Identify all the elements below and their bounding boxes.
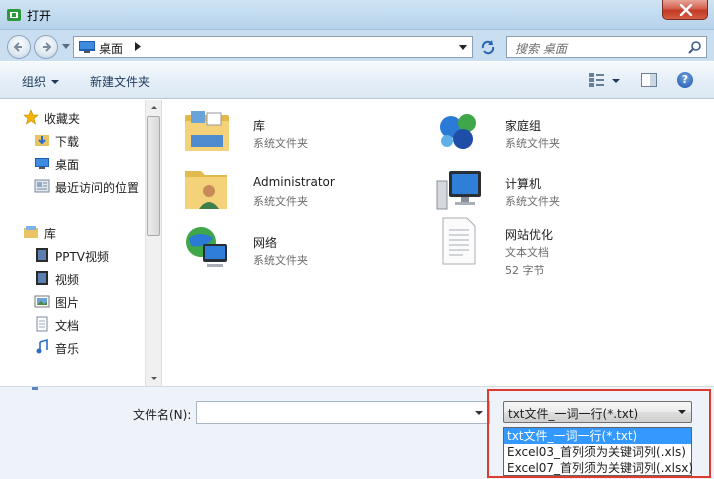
desktop-icon [35, 158, 49, 169]
search-placeholder: 搜索 桌面 [515, 42, 567, 56]
file-type-option[interactable]: Excel07_首列须为关键词列(.xlsx) [504, 460, 693, 476]
pictures-library-icon [34, 295, 50, 308]
close-button[interactable] [662, 0, 708, 20]
download-folder-icon [35, 135, 49, 146]
scroll-up-icon[interactable] [146, 100, 162, 116]
scrollbar-thumb[interactable] [147, 116, 160, 236]
item-name: 网站优化 [505, 228, 554, 242]
sidebar-item-label: 下载 [55, 135, 80, 149]
documents-library-icon [36, 316, 48, 332]
search-input[interactable]: 搜索 桌面 [506, 36, 707, 58]
music-library-icon [36, 339, 48, 354]
address-row: 桌面 搜索 桌面 [0, 30, 714, 61]
forward-button[interactable] [34, 35, 58, 59]
homegroup-icon [440, 114, 476, 149]
help-button[interactable]: ? [677, 72, 693, 88]
address-dropdown-icon[interactable] [459, 45, 467, 50]
item-name: 网络 [253, 236, 278, 250]
command-toolbar: 组织 新建文件夹 ? [0, 61, 714, 99]
sidebar-scrollbar[interactable] [145, 100, 161, 386]
refresh-button[interactable] [476, 36, 500, 58]
sidebar-item-label: 库 [44, 227, 57, 241]
item-name: Administrator [253, 175, 335, 189]
text-document-icon [442, 217, 476, 265]
user-folder-icon [185, 171, 227, 209]
file-name-panel: 文件名(N): txt文件_一词一行(*.txt) txt文件_一词一行(*.t… [0, 386, 714, 479]
recent-places-icon [34, 179, 50, 193]
sidebar-item-label: PPTV视频 [55, 250, 110, 264]
item-type: 系统文件夹 [253, 137, 308, 150]
new-folder-button[interactable]: 新建文件夹 [90, 73, 150, 90]
list-item[interactable]: 家庭组 系统文件夹 [433, 105, 673, 161]
window-title: 打开 [27, 9, 52, 23]
item-name: 家庭组 [505, 119, 542, 133]
sidebar-item-label: 图片 [55, 296, 80, 310]
back-button[interactable] [7, 35, 31, 59]
item-size: 52 字节 [505, 264, 545, 277]
item-type: 系统文件夹 [505, 137, 560, 150]
filename-dropdown-icon[interactable] [475, 411, 483, 415]
file-list: 库 系统文件夹 家庭组 系统文件夹 Administrator 系统文件夹 计算… [163, 100, 714, 386]
item-type: 系统文件夹 [253, 195, 308, 208]
filename-input[interactable] [196, 401, 490, 424]
item-type: 系统文件夹 [253, 254, 308, 267]
close-icon [679, 4, 693, 16]
list-item[interactable]: 库 系统文件夹 [181, 105, 421, 161]
refresh-icon [481, 40, 495, 55]
network-icon [186, 227, 227, 267]
search-icon[interactable] [688, 41, 701, 54]
computer-icon [436, 171, 481, 210]
sidebar-item-label: 视频 [55, 273, 80, 287]
list-item[interactable]: 计算机 系统文件夹 [433, 163, 673, 219]
preview-pane-icon[interactable] [641, 73, 657, 87]
libraries-icon [185, 111, 229, 151]
back-arrow-icon [13, 42, 22, 52]
app-icon [7, 9, 21, 21]
list-item[interactable]: Administrator 系统文件夹 [181, 163, 421, 219]
chevron-down-icon [51, 80, 60, 84]
breadcrumb-arrow-icon[interactable] [135, 42, 141, 51]
organize-button[interactable]: 组织 [22, 73, 60, 90]
filename-label: 文件名(N): [133, 408, 192, 422]
view-dropdown-icon[interactable] [612, 79, 620, 83]
video-library-icon [36, 248, 48, 262]
file-type-select[interactable]: txt文件_一词一行(*.txt) [503, 401, 692, 423]
forward-arrow-icon [43, 42, 52, 52]
list-item[interactable]: 网络 系统文件夹 [181, 222, 421, 278]
item-name: 库 [253, 119, 266, 133]
file-type-dropdown-list: txt文件_一词一行(*.txt) Excel03_首列须为关键词列(.xls)… [503, 427, 693, 476]
video-library-icon [36, 271, 48, 285]
sidebar-item-label: 音乐 [55, 342, 80, 356]
item-type: 文本文档 [505, 246, 549, 259]
address-bar[interactable]: 桌面 [73, 36, 473, 58]
scroll-down-icon[interactable] [146, 370, 162, 386]
organize-label: 组织 [22, 75, 47, 89]
sidebar-item-label: 文档 [55, 319, 80, 333]
change-view-icon[interactable] [588, 72, 606, 88]
sidebar-item-label: 最近访问的位置 [55, 181, 140, 195]
sidebar-item-label: 桌面 [55, 158, 80, 172]
title-bar: 打开 [0, 0, 714, 30]
file-type-option[interactable]: Excel03_首列须为关键词列(.xls) [504, 444, 691, 460]
list-item[interactable]: 网站优化 文本文档 52 字节 [433, 214, 673, 278]
item-type: 系统文件夹 [505, 195, 560, 208]
navigation-pane: 收藏夹 下载 桌面 最近访问的位置 库 PPTV视频 视频 图片 文档 音乐 [0, 100, 162, 386]
star-icon [23, 109, 39, 125]
desktop-icon [79, 41, 95, 53]
nav-pane-edge-indicator [32, 387, 38, 390]
sidebar-item-label: 收藏夹 [44, 112, 81, 126]
recent-pages-dropdown-icon[interactable] [62, 44, 70, 49]
address-location[interactable]: 桌面 [99, 40, 123, 57]
item-name: 计算机 [505, 177, 542, 191]
file-type-selected: txt文件_一词一行(*.txt) [508, 407, 639, 421]
file-type-option[interactable]: txt文件_一词一行(*.txt) [504, 428, 691, 444]
chevron-down-icon [678, 410, 686, 414]
libraries-icon [24, 226, 38, 238]
